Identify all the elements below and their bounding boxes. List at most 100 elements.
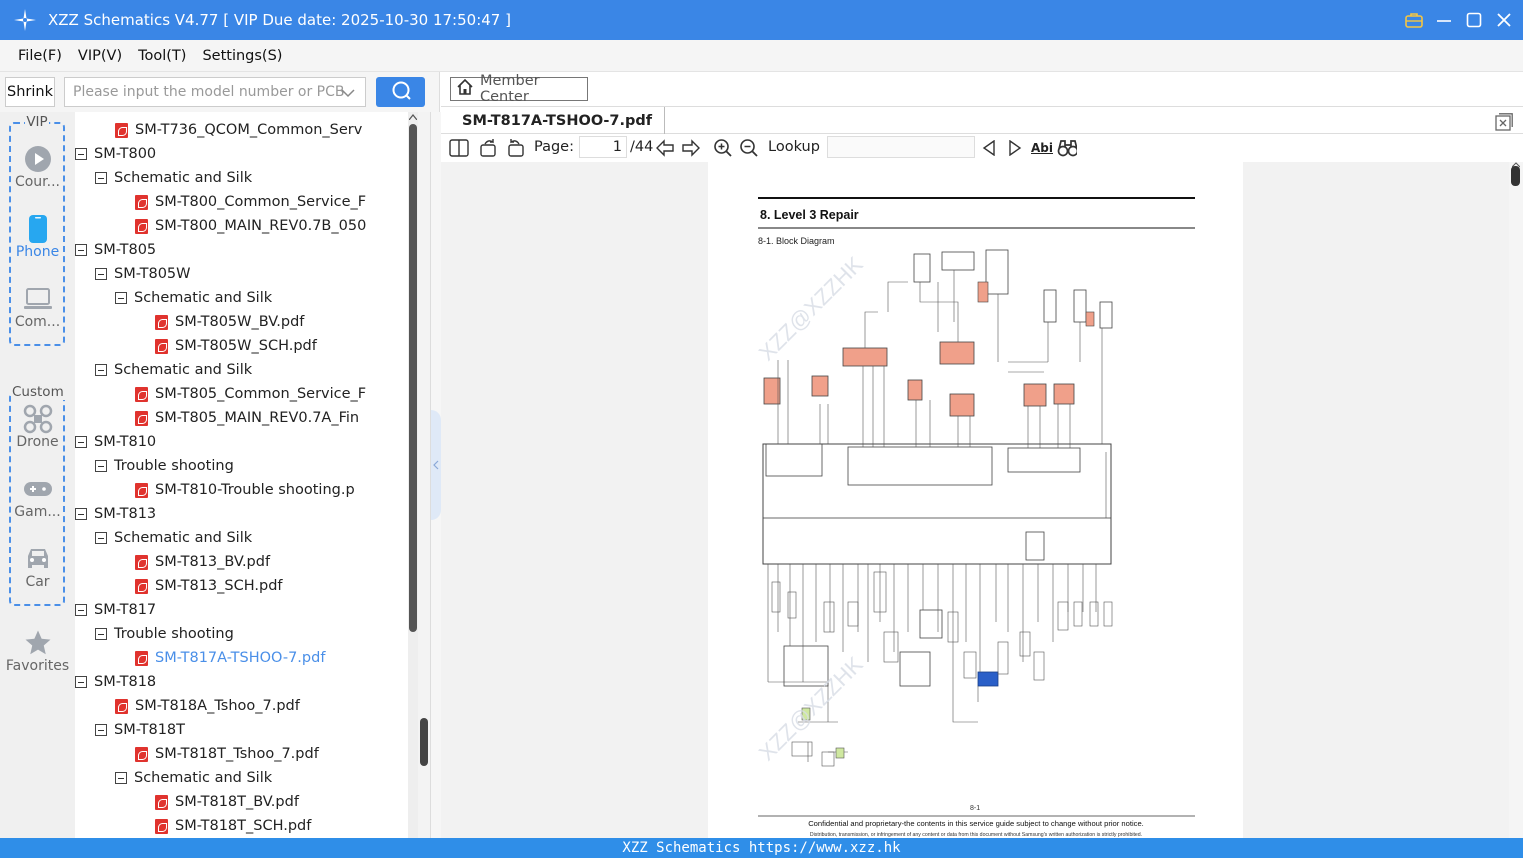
menu-vip[interactable]: VIP(V) — [78, 48, 122, 64]
collapse-minus-icon[interactable] — [95, 268, 107, 280]
viewer-scrollbar[interactable] — [1509, 162, 1523, 838]
chevron-down-icon[interactable] — [341, 86, 355, 102]
sidebar-toggle-icon[interactable] — [449, 138, 469, 158]
shrink-button[interactable]: Shrink — [5, 77, 55, 107]
collapse-minus-icon[interactable] — [95, 532, 107, 544]
search-button[interactable] — [376, 77, 425, 107]
member-center-button[interactable]: Member Center — [450, 73, 588, 105]
collapse-minus-icon[interactable] — [95, 460, 107, 472]
search-input[interactable]: Please input the model number or PCB — [64, 77, 366, 107]
find-next-icon[interactable] — [1005, 138, 1025, 158]
tree-file-item[interactable]: SM-T805_Common_Service_F — [135, 382, 366, 406]
rotate-left-icon[interactable] — [505, 138, 525, 158]
tree-folder-item[interactable]: SM-T805 — [75, 238, 156, 262]
collapse-minus-icon[interactable] — [75, 436, 87, 448]
tree-folder-item[interactable]: Trouble shooting — [95, 454, 234, 478]
tree-folder-item[interactable]: Trouble shooting — [95, 622, 234, 646]
zoom-out-icon[interactable] — [739, 138, 759, 158]
collapse-minus-icon[interactable] — [95, 364, 107, 376]
nav-car[interactable]: Car — [0, 544, 75, 590]
tree-item-label: SM-T805 — [94, 242, 157, 258]
tree-file-item[interactable]: SM-T810-Trouble shooting.p — [135, 478, 355, 502]
page-number-input[interactable]: 1 — [579, 136, 627, 158]
tree-folder-item[interactable]: SM-T805W — [95, 262, 191, 286]
tree-file-item[interactable]: SM-T813_BV.pdf — [135, 550, 270, 574]
collapse-minus-icon[interactable] — [95, 172, 107, 184]
collapse-minus-icon[interactable] — [75, 676, 87, 688]
tree-file-item[interactable]: SM-T817A-TSHOO-7.pdf — [135, 646, 325, 670]
collapse-minus-icon[interactable] — [75, 508, 87, 520]
viewer-scrollbar-thumb[interactable] — [1511, 166, 1520, 186]
zoom-in-icon[interactable] — [713, 138, 733, 158]
tree-folder-item[interactable]: SM-T818T — [95, 718, 185, 742]
tree-file-item[interactable]: SM-T813_SCH.pdf — [135, 574, 283, 598]
tree-file-item[interactable]: SM-T800_Common_Service_F — [135, 190, 366, 214]
collapse-handle[interactable] — [431, 410, 441, 520]
rotate-right-icon[interactable] — [479, 138, 499, 158]
pdf-viewport[interactable]: 8. Level 3 Repair 8-1. Block Diagram XZZ… — [441, 162, 1523, 838]
collapse-minus-icon[interactable] — [95, 724, 107, 736]
collapse-minus-icon[interactable] — [115, 292, 127, 304]
page-label: Page: — [534, 139, 574, 155]
nav-course[interactable]: Cour... — [0, 144, 75, 190]
tree-file-item[interactable]: SM-T818T_SCH.pdf — [155, 814, 311, 838]
binoculars-icon[interactable] — [1057, 138, 1077, 158]
tree-file-item[interactable]: SM-T805W_BV.pdf — [155, 310, 304, 334]
menu-tool[interactable]: Tool(T) — [138, 48, 186, 64]
tree-file-item[interactable]: SM-T818A_Tshoo_7.pdf — [115, 694, 300, 718]
nav-course-label: Cour... — [14, 174, 61, 190]
maximize-button[interactable] — [1465, 11, 1483, 29]
pdf-file-icon — [115, 122, 128, 138]
tree-item-label: Schematic and Silk — [114, 170, 253, 186]
lookup-input[interactable] — [827, 136, 975, 158]
menu-file[interactable]: File(F) — [18, 48, 62, 64]
vip-bag-icon[interactable] — [1405, 11, 1423, 29]
nav-car-label: Car — [25, 574, 50, 590]
nav-drone[interactable]: Drone — [0, 404, 75, 450]
collapse-minus-icon[interactable] — [95, 628, 107, 640]
close-all-tabs-icon[interactable] — [1495, 113, 1513, 131]
match-case-button[interactable]: Abi — [1031, 138, 1053, 158]
panel-splitter[interactable] — [430, 112, 441, 838]
tree-folder-item[interactable]: SM-T817 — [75, 598, 156, 622]
collapse-minus-icon[interactable] — [115, 772, 127, 784]
collapse-minus-icon[interactable] — [75, 244, 87, 256]
find-previous-icon[interactable] — [979, 138, 999, 158]
tree-scrollbar-thumb[interactable] — [409, 124, 417, 632]
tree-folder-item[interactable]: SM-T818 — [75, 670, 156, 694]
close-button[interactable] — [1495, 11, 1513, 29]
tree-folder-item[interactable]: Schematic and Silk — [95, 166, 252, 190]
tree-folder-item[interactable]: Schematic and Silk — [95, 526, 252, 550]
next-page-icon[interactable] — [681, 138, 701, 158]
tree-file-item[interactable]: SM-T736_QCOM_Common_Serv — [115, 118, 362, 142]
collapse-minus-icon[interactable] — [75, 148, 87, 160]
nav-computer[interactable]: Com... — [0, 284, 75, 330]
tab-document[interactable]: SM-T817A-TSHOO-7.pdf — [450, 107, 666, 134]
tree-outer-scrollbar-thumb[interactable] — [420, 718, 428, 766]
tree-scrollbar[interactable] — [408, 112, 418, 838]
tree-file-item[interactable]: SM-T818T_Tshoo_7.pdf — [135, 742, 319, 766]
tree-item-label: SM-T818T_BV.pdf — [175, 794, 299, 810]
nav-phone[interactable]: Phone — [0, 214, 75, 260]
tree-file-item[interactable]: SM-T818T_BV.pdf — [155, 790, 299, 814]
nav-game[interactable]: Gam... — [0, 474, 75, 520]
menu-bar: File(F) VIP(V) Tool(T) Settings(S) — [0, 40, 1523, 72]
tree-file-item[interactable]: SM-T805W_SCH.pdf — [155, 334, 317, 358]
tree-folder-item[interactable]: SM-T810 — [75, 430, 156, 454]
menu-settings[interactable]: Settings(S) — [202, 48, 282, 64]
tree-folder-item[interactable]: Schematic and Silk — [115, 766, 272, 790]
tree-folder-item[interactable]: Schematic and Silk — [115, 286, 272, 310]
tree-folder-item[interactable]: Schematic and Silk — [95, 358, 252, 382]
minimize-button[interactable] — [1435, 11, 1453, 29]
tree-outer-scrollbar[interactable] — [418, 112, 430, 838]
tree-item-label: SM-T805W — [114, 266, 191, 282]
tree-file-item[interactable]: SM-T805_MAIN_REV0.7A_Fin — [135, 406, 359, 430]
tree-folder-item[interactable]: SM-T813 — [75, 502, 156, 526]
nav-favorites[interactable]: Favorites — [0, 628, 75, 674]
previous-page-icon[interactable] — [655, 138, 675, 158]
collapse-minus-icon[interactable] — [75, 604, 87, 616]
tree-file-item[interactable]: SM-T800_MAIN_REV0.7B_050 — [135, 214, 366, 238]
tree-folder-item[interactable]: SM-T800 — [75, 142, 156, 166]
nav-phone-label: Phone — [15, 244, 60, 260]
pdf-file-icon — [115, 698, 128, 714]
